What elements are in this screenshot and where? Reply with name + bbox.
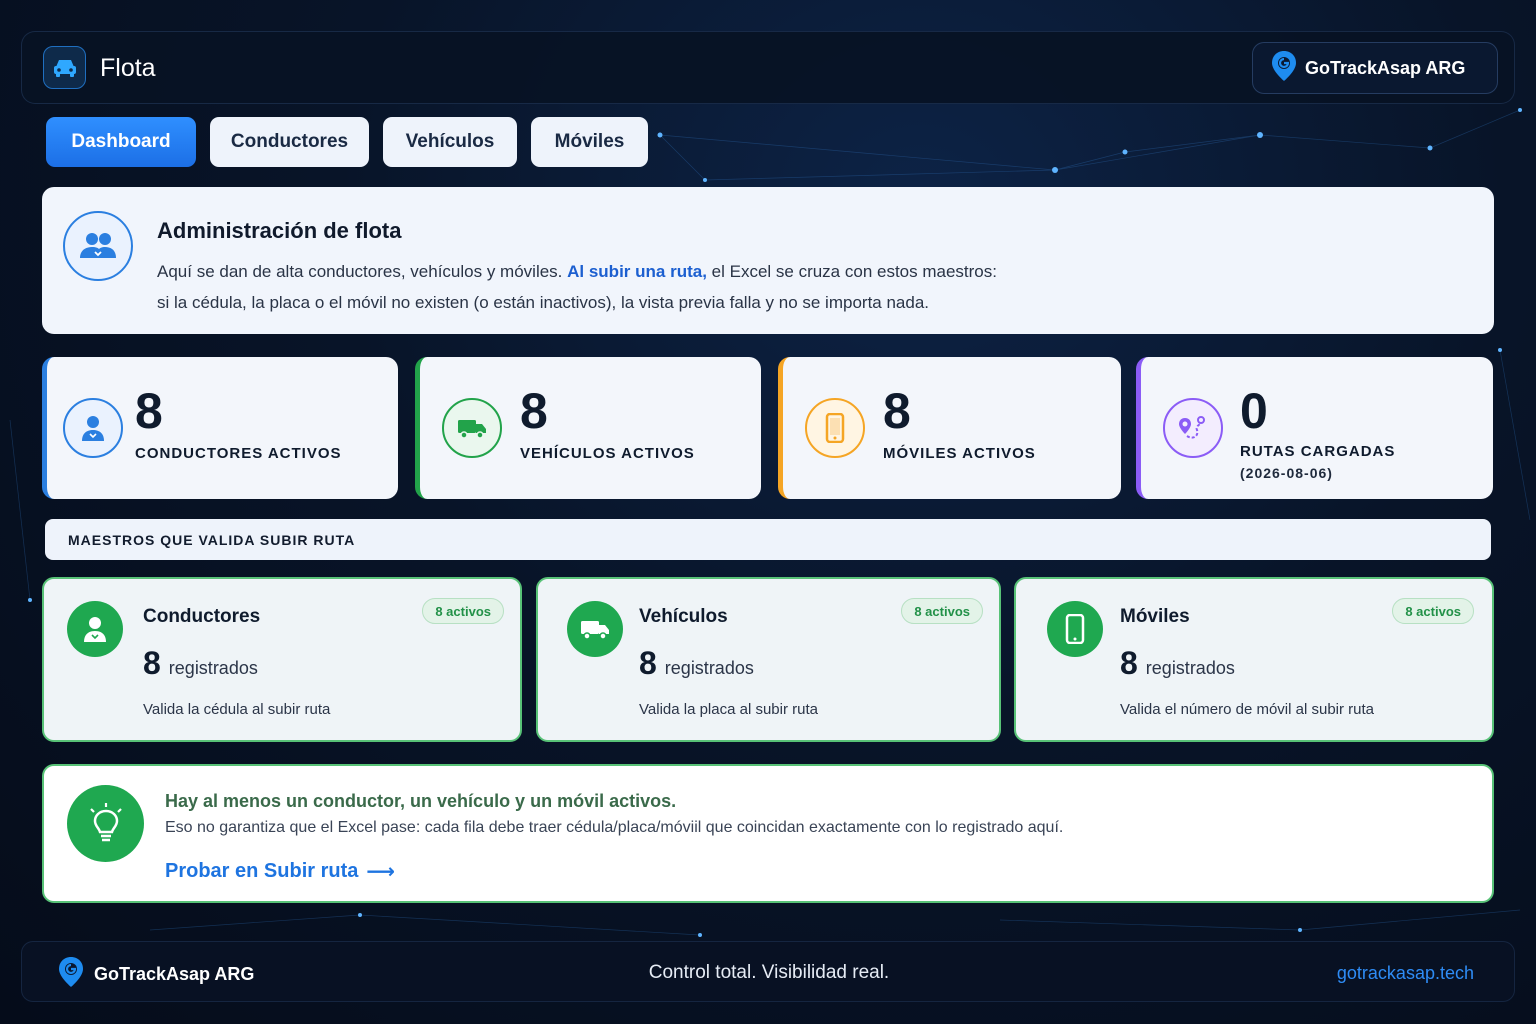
tab-moviles[interactable]: Móviles [531,117,648,167]
users-icon [63,211,133,281]
truck-icon [442,398,502,458]
info-text: el Excel se cruza con estos maestros: [706,262,997,281]
app-title: Flota [100,54,156,82]
status-badge: 8 activos [901,598,983,624]
status-badge: 8 activos [422,598,504,624]
stat-label: RUTAS CARGADAS [1240,443,1396,460]
top-bar: Flota GoTrackAsap ARG [21,31,1515,104]
phone-icon [805,398,865,458]
info-title: Administración de flota [157,218,402,243]
master-count: 8 registrados [639,645,754,682]
stat-value: 8 [135,383,163,439]
info-description-line-1: Aquí se dan de alta conductores, vehícul… [157,262,997,282]
master-count-unit: registrados [664,658,754,678]
stat-label: CONDUCTORES ACTIVOS [135,445,342,462]
stat-value: 8 [520,383,548,439]
master-description: Valida la placa al subir ruta [639,701,818,718]
stat-label: VEHÍCULOS ACTIVOS [520,445,695,462]
probar-subir-ruta-link[interactable]: Probar en Subir ruta ⟶ [165,859,395,884]
car-icon [43,46,86,89]
tip-text: Eso no garantiza que el Excel pase: cada… [165,819,1064,836]
master-card-vehiculos[interactable]: Vehículos 8 registrados Valida la placa … [536,577,1001,742]
stat-card-vehiculos: 8 VEHÍCULOS ACTIVOS [415,357,761,499]
tab-vehiculos[interactable]: Vehículos [383,117,517,167]
route-icon [1163,398,1223,458]
info-description-line-2: si la cédula, la placa o el móvil no exi… [157,293,930,312]
status-badge: 8 activos [1392,598,1474,624]
stat-date: (2026-08-06) [1240,465,1333,481]
info-text: Aquí se dan de alta conductores, vehícul… [157,262,568,281]
brand-name: GoTrackAsap ARG [1305,57,1466,78]
master-description: Valida el número de móvil al subir ruta [1120,701,1375,718]
master-card-moviles[interactable]: Móviles 8 registrados Valida el número d… [1014,577,1494,742]
master-card-conductores[interactable]: Conductores 8 registrados Valida la cédu… [42,577,522,742]
stat-value: 0 [1240,383,1268,439]
tab-conductores[interactable]: Conductores [210,117,369,167]
footer-tagline: Control total. Visibilidad real. [648,962,890,983]
footer: GoTrackAsap ARG Control total. Visibilid… [21,941,1515,1002]
tab-dashboard[interactable]: Dashboard [46,117,196,167]
master-count: 8 registrados [143,645,258,682]
website-link[interactable]: gotrackasap.tech [1337,963,1474,984]
tab-bar: Dashboard Conductores Vehículos Móviles [46,117,648,167]
truck-icon [567,601,623,657]
master-title: Conductores [143,606,261,627]
master-title: Vehículos [639,606,728,627]
link-label: Probar en Subir ruta [165,860,359,882]
stat-card-moviles: 8 MÓVILES ACTIVOS [778,357,1121,499]
master-count-number: 8 [143,645,161,681]
tip-card: Hay al menos un conductor, un vehículo y… [42,764,1494,903]
brand-badge: GoTrackAsap ARG [1252,42,1498,94]
master-count-unit: registrados [1145,658,1235,678]
tip-title: Hay al menos un conductor, un vehículo y… [165,791,677,811]
master-description: Valida la cédula al subir ruta [143,701,331,718]
section-title: MAESTROS QUE VALIDA SUBIR RUTA [45,519,1491,560]
location-pin-icon [1271,50,1297,87]
stat-label: MÓVILES ACTIVOS [883,445,1036,462]
stat-card-rutas: 0 RUTAS CARGADAS (2026-08-06) [1136,357,1493,499]
user-icon [67,601,123,657]
master-count-number: 8 [1120,645,1138,681]
stat-value: 8 [883,383,911,439]
stat-card-conductores: 8 CONDUCTORES ACTIVOS [42,357,398,499]
info-highlight: Al subir una ruta, [567,262,707,281]
master-count-number: 8 [639,645,657,681]
phone-icon [1047,601,1103,657]
arrow-right-icon: ⟶ [366,861,396,883]
master-count-unit: registrados [168,658,258,678]
master-title: Móviles [1120,606,1190,627]
fleet-info-card: Administración de flota Aquí se dan de a… [42,187,1494,334]
user-icon [63,398,123,458]
master-count: 8 registrados [1120,645,1235,682]
lightbulb-icon [67,785,144,862]
